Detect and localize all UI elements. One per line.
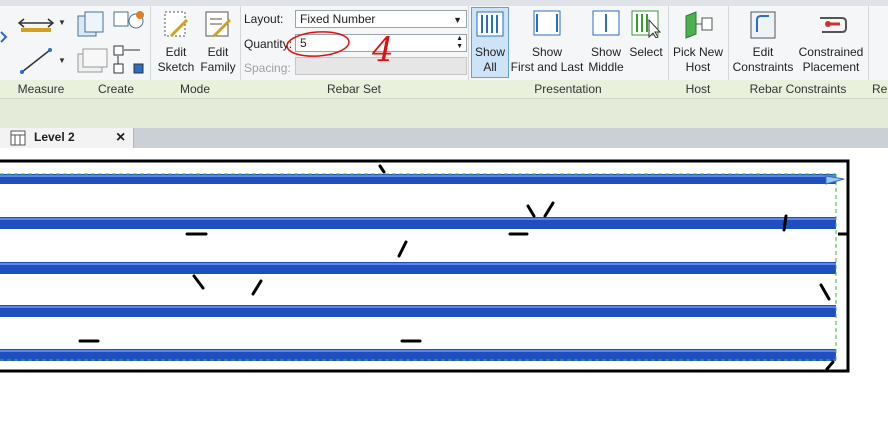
view-tab-strip: Level 2 × — [0, 128, 888, 148]
edit-family-label-2: Family — [200, 60, 236, 74]
edit-constraints-icon — [750, 11, 776, 39]
constrained-placement-icon — [820, 17, 847, 33]
floor-plan-icon — [10, 130, 26, 146]
create-parts-icon[interactable] — [74, 44, 110, 76]
show-first-last-button[interactable]: Show First and Last — [510, 8, 584, 78]
select-label: Select — [629, 45, 663, 59]
edit-sketch-button[interactable]: Edit Sketch — [154, 8, 198, 78]
pick-new-host-button[interactable]: Pick New Host — [670, 8, 726, 78]
spin-up-icon[interactable]: ▲ — [456, 35, 463, 43]
layout-select[interactable]: Fixed Number ▼ — [295, 10, 467, 28]
show-middle-button[interactable]: Show Middle — [585, 8, 627, 78]
layout-label: Layout: — [244, 12, 284, 26]
spacing-label: Spacing: — [244, 61, 291, 75]
edit-family-button[interactable]: Edit Family — [198, 8, 238, 78]
panel-create-label: Create — [82, 80, 150, 98]
measure-dropdown-arrow-2[interactable]: ▼ — [58, 56, 66, 65]
plan-view-drawing[interactable] — [0, 148, 888, 446]
constrained-placement-button[interactable]: Constrained Placement — [796, 8, 866, 78]
rebar-bar[interactable] — [0, 217, 836, 229]
edit-sketch-label-1: Edit — [165, 45, 187, 59]
edit-constraints-button[interactable]: Edit Constraints — [730, 8, 796, 78]
panel-measure-label: Measure — [0, 80, 82, 98]
panel-presentation-label: Presentation — [468, 80, 668, 98]
left-edge-icon — [0, 31, 8, 43]
aligned-dimension-icon[interactable] — [18, 46, 54, 76]
show-all-button[interactable]: Show All — [471, 7, 509, 78]
show-middle-label-1: Show — [590, 45, 622, 59]
red-circle-annotation — [286, 31, 350, 57]
panel-truncated-label: Re — [868, 80, 888, 98]
measure-dropdown-arrow[interactable]: ▼ — [58, 18, 66, 27]
spin-down-icon[interactable]: ▼ — [456, 43, 463, 51]
show-middle-icon — [592, 10, 620, 36]
ribbon-tab-strip — [0, 0, 888, 6]
red-number-annotation: 4 — [372, 30, 394, 70]
show-all-icon — [476, 11, 504, 37]
show-all-label-2: All — [483, 60, 497, 74]
create-assembly-icon[interactable] — [112, 10, 146, 40]
show-first-last-label-2: First and Last — [510, 60, 584, 74]
edit-family-label-1: Edit — [207, 45, 229, 59]
edit-sketch-icon — [164, 11, 189, 38]
close-icon[interactable]: × — [116, 128, 125, 148]
pick-new-host-label-1: Pick New — [672, 45, 723, 59]
show-middle-label-2: Middle — [588, 60, 624, 74]
view-tab-label: Level 2 — [34, 130, 75, 144]
edit-constraints-label-2: Constraints — [732, 60, 794, 74]
align-dimension-icon[interactable] — [16, 12, 56, 34]
view-tab-level-2[interactable]: Level 2 × — [0, 128, 134, 148]
panel-host-label: Host — [668, 80, 728, 98]
layout-select-value: Fixed Number — [300, 12, 376, 26]
show-all-label-1: Show — [474, 45, 506, 59]
rebar-bar[interactable] — [0, 262, 836, 274]
pick-new-host-icon — [685, 11, 713, 39]
edit-family-icon — [205, 11, 232, 38]
edit-sketch-label-2: Sketch — [157, 60, 195, 74]
constrained-placement-label-2: Placement — [802, 60, 860, 74]
rebar-bar[interactable] — [0, 174, 836, 184]
select-button[interactable]: Select — [627, 8, 665, 78]
panel-mode-label: Mode — [150, 80, 240, 98]
create-group-icon[interactable] — [76, 10, 106, 40]
rebar-bar[interactable] — [0, 349, 836, 361]
panel-rebar-constraints-label: Rebar Constraints — [728, 80, 868, 98]
show-first-last-label-1: Show — [531, 45, 563, 59]
select-bars-icon — [631, 10, 661, 38]
chevron-down-icon[interactable]: ▼ — [453, 13, 462, 28]
drawing-canvas[interactable] — [0, 148, 888, 446]
pick-new-host-label-2: Host — [685, 60, 711, 74]
rebar-bar[interactable] — [0, 305, 836, 317]
ribbon: ▼ ▼ Measure Create Edit Sketch Edit Fami… — [0, 0, 888, 98]
constrained-placement-label-1: Constrained — [798, 45, 864, 59]
panel-rebar-set-label: Rebar Set — [240, 80, 468, 98]
edit-constraints-label-1: Edit — [752, 45, 774, 59]
create-similar-icon[interactable] — [112, 44, 146, 76]
show-first-last-icon — [533, 10, 561, 36]
ribbon-options-bar — [0, 98, 888, 128]
